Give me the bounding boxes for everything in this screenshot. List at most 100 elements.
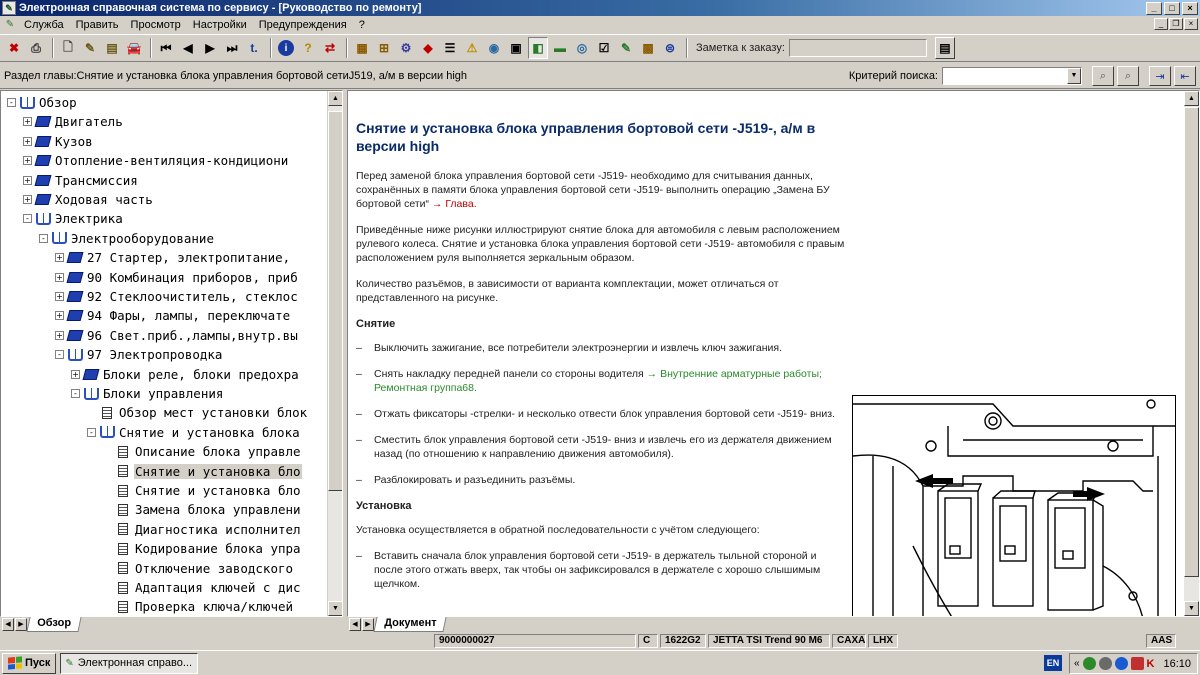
prev-page-icon[interactable]: ◀ bbox=[178, 37, 198, 59]
globe-icon[interactable]: ◉ bbox=[484, 37, 504, 59]
tab-prev-icon[interactable]: ◀ bbox=[2, 618, 14, 631]
tree-item[interactable]: Проверка ключа/ключей bbox=[103, 597, 294, 616]
menu-warnings[interactable]: Предупреждения bbox=[253, 19, 353, 31]
tree-item[interactable]: +92 Стеклоочиститель, стеклос bbox=[55, 287, 299, 306]
minimize-button[interactable]: _ bbox=[1146, 1, 1162, 15]
next-page-icon[interactable]: ▶ bbox=[200, 37, 220, 59]
menu-help[interactable]: ? bbox=[353, 19, 371, 31]
tree-item[interactable]: +94 Фары, лампы, переключате bbox=[55, 306, 291, 325]
collapse-icon[interactable]: - bbox=[7, 98, 16, 107]
menu-view[interactable]: Просмотр bbox=[125, 19, 187, 31]
scroll-up-icon[interactable]: ▲ bbox=[1184, 91, 1199, 106]
expand-icon[interactable]: + bbox=[23, 195, 32, 204]
tree-item[interactable]: + Трансмиссия bbox=[23, 171, 139, 190]
manual-icon[interactable]: ◆ bbox=[418, 37, 438, 59]
parts-icon[interactable]: ⚙ bbox=[396, 37, 416, 59]
info-icon[interactable]: i bbox=[276, 37, 296, 59]
tree-scroll-thumb[interactable] bbox=[328, 111, 342, 491]
maximize-button[interactable]: □ bbox=[1164, 1, 1180, 15]
car-icon[interactable]: 🚘 bbox=[124, 37, 144, 59]
tab-prev-icon[interactable]: ◀ bbox=[349, 618, 361, 631]
doc-minimize-button[interactable]: _ bbox=[1154, 18, 1168, 30]
expand-icon[interactable]: + bbox=[23, 175, 32, 185]
document-scrollbar[interactable]: ▲ ▼ bbox=[1184, 91, 1199, 616]
warning-icon[interactable]: ⚠ bbox=[462, 37, 482, 59]
doc-restore-button[interactable]: ❐ bbox=[1169, 18, 1183, 30]
tray-network-icon[interactable] bbox=[1082, 657, 1096, 670]
print-icon[interactable]: ⎙ bbox=[26, 37, 46, 59]
notes-icon[interactable]: ▤ bbox=[102, 37, 122, 59]
tray-shield-icon[interactable] bbox=[1130, 657, 1144, 670]
scroll-down-icon[interactable]: ▼ bbox=[1184, 601, 1199, 616]
tree-item[interactable]: +90 Комбинация приборов, приб bbox=[55, 268, 299, 287]
chapter-link[interactable]: → Глава. bbox=[432, 198, 477, 210]
close-button[interactable]: × bbox=[1182, 1, 1198, 15]
world-icon[interactable]: ⊜ bbox=[660, 37, 680, 59]
tab-document[interactable]: Документ bbox=[373, 617, 448, 632]
expand-all-icon[interactable]: ⇥ bbox=[1149, 66, 1171, 86]
expand-icon[interactable]: + bbox=[23, 117, 32, 127]
first-page-icon[interactable]: ⏮ bbox=[156, 37, 176, 59]
collapse-icon[interactable]: - bbox=[87, 427, 96, 437]
collapse-icon[interactable]: - bbox=[55, 350, 64, 360]
tree-item[interactable]: Описание блока управле bbox=[103, 442, 302, 461]
expand-icon[interactable]: + bbox=[23, 156, 32, 166]
control-unit-illustration[interactable] bbox=[852, 395, 1176, 616]
repair-manual-icon[interactable]: ◧ bbox=[528, 37, 548, 59]
expand-icon[interactable]: + bbox=[55, 253, 64, 263]
swap-icon[interactable]: ⇄ bbox=[320, 37, 340, 59]
tree-item[interactable]: - 97 Электропроводка bbox=[55, 345, 223, 364]
taskbar-app-button[interactable]: ✎ Электронная справо... bbox=[60, 652, 199, 674]
diagnostic-icon[interactable]: ▩ bbox=[638, 37, 658, 59]
start-button[interactable]: Пуск bbox=[2, 652, 57, 674]
collapse-icon[interactable]: - bbox=[39, 233, 48, 243]
expand-icon[interactable]: + bbox=[55, 272, 64, 282]
network-icon[interactable]: ◎ bbox=[572, 37, 592, 59]
tree-item[interactable]: - Блоки управления bbox=[71, 384, 224, 403]
document-scroll-thumb[interactable] bbox=[1184, 107, 1199, 577]
edit-doc-icon[interactable]: ✎ bbox=[80, 37, 100, 59]
save-icon[interactable]: ▣ bbox=[506, 37, 526, 59]
list-icon[interactable]: ☰ bbox=[440, 37, 460, 59]
tray-volume-icon[interactable] bbox=[1098, 657, 1112, 670]
back-to-top-icon[interactable]: t. bbox=[244, 37, 264, 59]
tree-scrollbar[interactable]: ▲ ▼ bbox=[327, 91, 342, 616]
expand-icon[interactable]: + bbox=[55, 292, 64, 301]
chevron-down-icon[interactable]: ▼ bbox=[1067, 68, 1081, 84]
tree-item[interactable]: - Обзор bbox=[7, 93, 78, 112]
language-indicator[interactable]: EN bbox=[1044, 655, 1062, 671]
scroll-up-icon[interactable]: ▲ bbox=[328, 91, 342, 106]
tree-item[interactable]: + Блоки реле, блоки предохра bbox=[71, 365, 300, 384]
schematic-icon[interactable]: ▦ bbox=[352, 37, 372, 59]
expand-icon[interactable]: + bbox=[23, 136, 32, 146]
expand-icon[interactable]: + bbox=[55, 330, 64, 340]
collapse-icon[interactable]: - bbox=[71, 389, 80, 398]
tree-item[interactable]: - Электрика bbox=[23, 209, 124, 228]
grid-icon[interactable]: ⊞ bbox=[374, 37, 394, 59]
tree-item[interactable]: Снятие и установка бло bbox=[103, 481, 302, 500]
doc-close-button[interactable]: × bbox=[1184, 18, 1198, 30]
order-note-field[interactable] bbox=[788, 39, 927, 57]
tree-item[interactable]: + Кузов bbox=[23, 132, 94, 151]
checklist-icon[interactable]: ☑ bbox=[594, 37, 614, 59]
tray-expand-icon[interactable]: « bbox=[1074, 658, 1080, 669]
vehicle-icon[interactable]: ▬ bbox=[550, 37, 570, 59]
notebook-icon[interactable]: ✎ bbox=[616, 37, 636, 59]
tree-item[interactable]: +96 Свет.приб.,лампы,внутр.вы bbox=[55, 326, 299, 345]
search-icon[interactable]: ⌕ bbox=[1092, 66, 1114, 86]
tree-item[interactable]: Обзор мест установки блок bbox=[87, 403, 308, 422]
tray-update-icon[interactable] bbox=[1114, 657, 1128, 670]
tree-item[interactable]: + Двигатель bbox=[23, 112, 124, 131]
app-icon[interactable]: ✎ bbox=[2, 1, 16, 15]
tree-item[interactable]: - Электрооборудование bbox=[39, 229, 215, 248]
menu-edit[interactable]: Править bbox=[70, 19, 125, 31]
exit-icon[interactable]: ✖ bbox=[4, 37, 24, 59]
tray-antivirus-icon[interactable]: K bbox=[1147, 658, 1155, 670]
collapse-icon[interactable]: - bbox=[23, 214, 32, 224]
tree-item[interactable]: +27 Стартер, электропитание, bbox=[55, 248, 291, 267]
tree-item[interactable]: Отключение заводского bbox=[103, 559, 294, 578]
clock[interactable]: 16:10 bbox=[1163, 658, 1191, 670]
search-next-icon[interactable]: ⌕ bbox=[1117, 66, 1139, 86]
tab-overview[interactable]: Обзор bbox=[26, 617, 82, 632]
menu-service[interactable]: Служба bbox=[18, 19, 70, 31]
